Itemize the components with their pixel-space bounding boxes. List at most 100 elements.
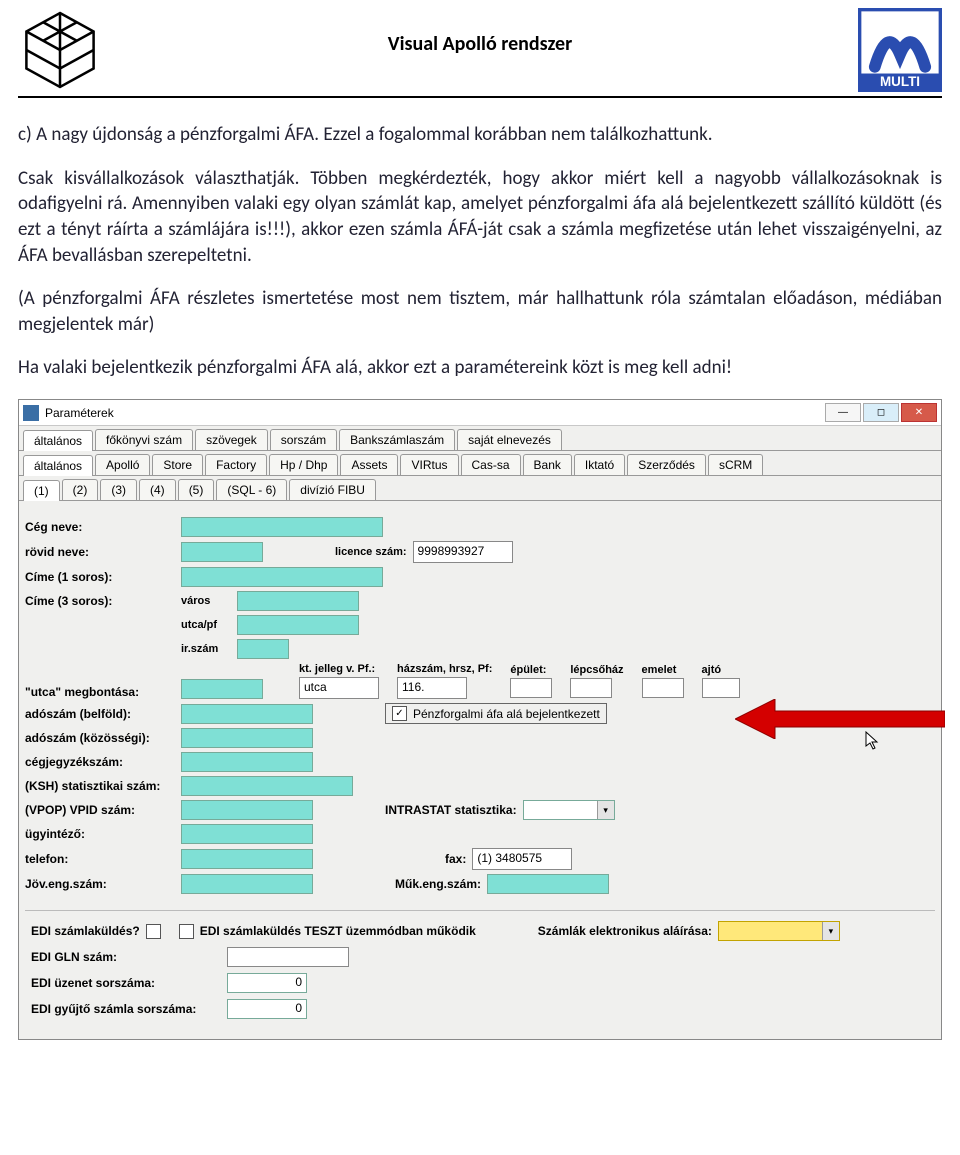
tab-bank[interactable]: Bank: [523, 454, 572, 475]
input-fax[interactable]: (1) 3480575: [472, 848, 572, 870]
input-ugyintezo[interactable]: [181, 824, 313, 844]
dropdown-intrastat[interactable]: ▾: [523, 800, 615, 820]
tab-2[interactable]: (2): [62, 479, 99, 500]
input-ajto[interactable]: [702, 678, 740, 698]
checkbox-penzforgalmi-wrap[interactable]: ✓ Pénzforgalmi áfa alá bejelentkezett: [385, 703, 607, 724]
tab-row-1: általános főkönyvi szám szövegek sorszám…: [19, 426, 941, 451]
input-cime1[interactable]: [181, 567, 383, 587]
label-irsz: ir.szám: [181, 643, 231, 655]
tab-5[interactable]: (5): [178, 479, 215, 500]
tab-hpdhp[interactable]: Hp / Dhp: [269, 454, 338, 475]
tab-sajat[interactable]: saját elnevezés: [457, 429, 562, 450]
input-licence[interactable]: 9998993927: [413, 541, 513, 563]
label-cegneve: Cég neve:: [25, 520, 175, 534]
label-mukeng: Műk.eng.szám:: [395, 877, 481, 891]
label-telefon: telefon:: [25, 852, 175, 866]
input-ksh[interactable]: [181, 776, 353, 796]
window-titlebar: Paraméterek — ◻ ✕: [19, 400, 941, 426]
label-licence: licence szám:: [335, 546, 407, 558]
input-joveng[interactable]: [181, 874, 313, 894]
label-cegjegyzek: cégjegyzékszám:: [25, 755, 175, 769]
tab-altalanos-2[interactable]: általános: [23, 455, 93, 476]
input-edigln[interactable]: [227, 947, 349, 967]
edi-section: EDI számlaküldés? EDI számlaküldés TESZT…: [25, 910, 935, 1039]
dropdown-edialairas[interactable]: ▾: [718, 921, 840, 941]
label-edigyujto: EDI gyűjtő számla sorszáma:: [31, 1002, 221, 1016]
label-penzforgalmi: Pénzforgalmi áfa alá bejelentkezett: [413, 707, 600, 721]
tab-bankszamla[interactable]: Bankszámlaszám: [339, 429, 455, 450]
form-area: Cég neve: rövid neve: licence szám: 9998…: [19, 501, 941, 1039]
tab-fokonyvi[interactable]: főkönyvi szám: [95, 429, 193, 450]
label-adoszamkoz: adószám (közösségi):: [25, 731, 175, 745]
label-ugyintezo: ügyintéző:: [25, 827, 175, 841]
input-cegjegyzek[interactable]: [181, 752, 313, 772]
tab-cassa[interactable]: Cas-sa: [461, 454, 521, 475]
tab-store[interactable]: Store: [152, 454, 203, 475]
tab-scrm[interactable]: sCRM: [708, 454, 763, 475]
checkbox-penzforgalmi[interactable]: ✓: [392, 706, 407, 721]
input-adoszamkoz[interactable]: [181, 728, 313, 748]
svg-text:MULTI: MULTI: [880, 74, 920, 89]
label-edigln: EDI GLN szám:: [31, 950, 221, 964]
input-emelet[interactable]: [642, 678, 684, 698]
checkbox-editeszt[interactable]: [179, 924, 194, 939]
window-icon: [23, 405, 39, 421]
input-vpop[interactable]: [181, 800, 313, 820]
tab-iktato[interactable]: Iktató: [574, 454, 625, 475]
label-lepcsohaz: lépcsőház: [570, 664, 623, 676]
label-emelet: emelet: [642, 664, 684, 676]
minimize-button[interactable]: —: [825, 403, 861, 422]
maximize-button[interactable]: ◻: [863, 403, 899, 422]
header-divider: [18, 96, 942, 98]
input-cegneve[interactable]: [181, 517, 383, 537]
input-utcameg[interactable]: [181, 679, 263, 699]
tab-apollo[interactable]: Apolló: [95, 454, 150, 475]
label-hazszam: házszám, hrsz, Pf:: [397, 663, 492, 675]
label-cime1: Címe (1 soros):: [25, 570, 175, 584]
label-fax: fax:: [445, 852, 466, 866]
tab-altalanos-1[interactable]: általános: [23, 430, 93, 451]
label-ajto: ajtó: [702, 664, 740, 676]
tab-factory[interactable]: Factory: [205, 454, 267, 475]
input-ktjelleg[interactable]: utca: [299, 677, 379, 699]
label-adoszambel: adószám (belföld):: [25, 707, 175, 721]
input-irsz[interactable]: [237, 639, 289, 659]
label-edikuldes: EDI számlaküldés?: [31, 924, 140, 938]
input-varos[interactable]: [237, 591, 359, 611]
tab-szovegek[interactable]: szövegek: [195, 429, 268, 450]
tab-szerzodes[interactable]: Szerződés: [627, 454, 706, 475]
input-epulet[interactable]: [510, 678, 552, 698]
paragraph-note: (A pénzforgalmi ÁFA részletes ismertetés…: [18, 286, 942, 337]
tab-row-2: általános Apolló Store Factory Hp / Dhp …: [19, 451, 941, 476]
label-ediuzenet: EDI üzenet sorszáma:: [31, 976, 221, 990]
label-cime3: Címe (3 soros):: [25, 594, 175, 608]
tab-divizio[interactable]: divízió FIBU: [289, 479, 376, 500]
tab-row-3: (1) (2) (3) (4) (5) (SQL - 6) divízió FI…: [19, 476, 941, 501]
input-utcapf[interactable]: [237, 615, 359, 635]
input-mukeng[interactable]: [487, 874, 609, 894]
tab-assets[interactable]: Assets: [340, 454, 398, 475]
paragraph-c: c) A nagy újdonság a pénzforgalmi ÁFA. E…: [18, 122, 942, 148]
label-utcameg: "utca" megbontása:: [25, 685, 175, 699]
tab-3[interactable]: (3): [100, 479, 137, 500]
document-body: c) A nagy újdonság a pénzforgalmi ÁFA. E…: [0, 122, 960, 381]
input-adoszambel[interactable]: [181, 704, 313, 724]
input-telefon[interactable]: [181, 849, 313, 869]
label-ksh: (KSH) statisztikai szám:: [25, 779, 175, 793]
tab-sql6[interactable]: (SQL - 6): [216, 479, 287, 500]
label-rovidneve: rövid neve:: [25, 545, 175, 559]
tab-1[interactable]: (1): [23, 480, 60, 501]
tab-4[interactable]: (4): [139, 479, 176, 500]
close-button[interactable]: ✕: [901, 403, 937, 422]
input-rovidneve[interactable]: [181, 542, 263, 562]
chevron-down-icon[interactable]: ▾: [822, 922, 839, 940]
input-edigyujto[interactable]: 0: [227, 999, 307, 1019]
checkbox-edikuldes[interactable]: [146, 924, 161, 939]
input-lepcsohaz[interactable]: [570, 678, 612, 698]
logo-left: [18, 8, 102, 92]
tab-sorszam[interactable]: sorszám: [270, 429, 337, 450]
input-hazszam[interactable]: 116.: [397, 677, 467, 699]
input-ediuzenet[interactable]: 0: [227, 973, 307, 993]
chevron-down-icon[interactable]: ▾: [597, 801, 614, 819]
tab-virtus[interactable]: VIRtus: [400, 454, 458, 475]
